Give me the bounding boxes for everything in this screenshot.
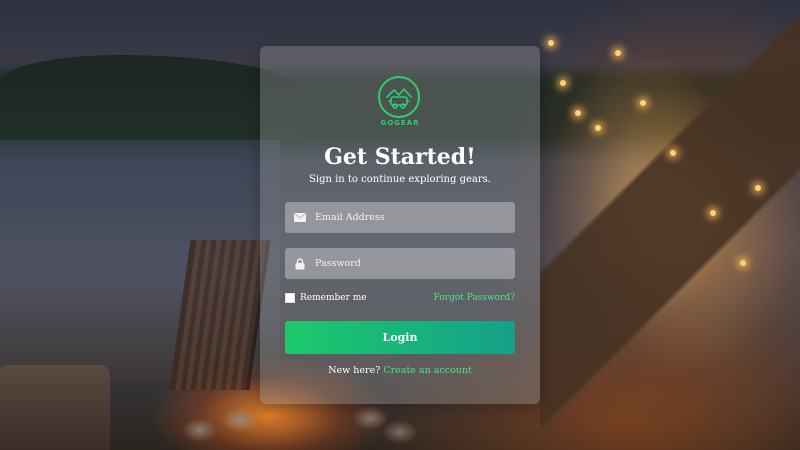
brand-name: GOGEAR [380,119,420,127]
login-button[interactable]: Login [285,321,515,354]
forgot-password-link[interactable]: Forgot Password? [434,293,515,303]
remember-label: Remember me [300,293,367,303]
signup-prompt: New here? Create an account [260,365,540,376]
password-input[interactable] [315,258,515,269]
page-title: Get Started! [324,144,476,170]
string-lights [540,0,800,320]
log [0,365,110,450]
email-input[interactable] [315,212,515,223]
tree-line [0,55,300,145]
remember-me[interactable]: Remember me [285,293,367,303]
envelope-icon [285,213,315,222]
password-field[interactable] [285,248,515,279]
email-field[interactable] [285,202,515,233]
lock-icon [285,257,315,270]
gogear-logo-icon [378,76,420,118]
login-card: GOGEAR Get Started! Sign in to continue … [260,46,540,404]
fire-rocks [180,400,420,450]
page-subtitle: Sign in to continue exploring gears. [309,174,491,185]
signup-prompt-text: New here? [328,365,381,376]
create-account-link[interactable]: Create an account [383,365,471,376]
remember-checkbox[interactable] [285,293,295,303]
